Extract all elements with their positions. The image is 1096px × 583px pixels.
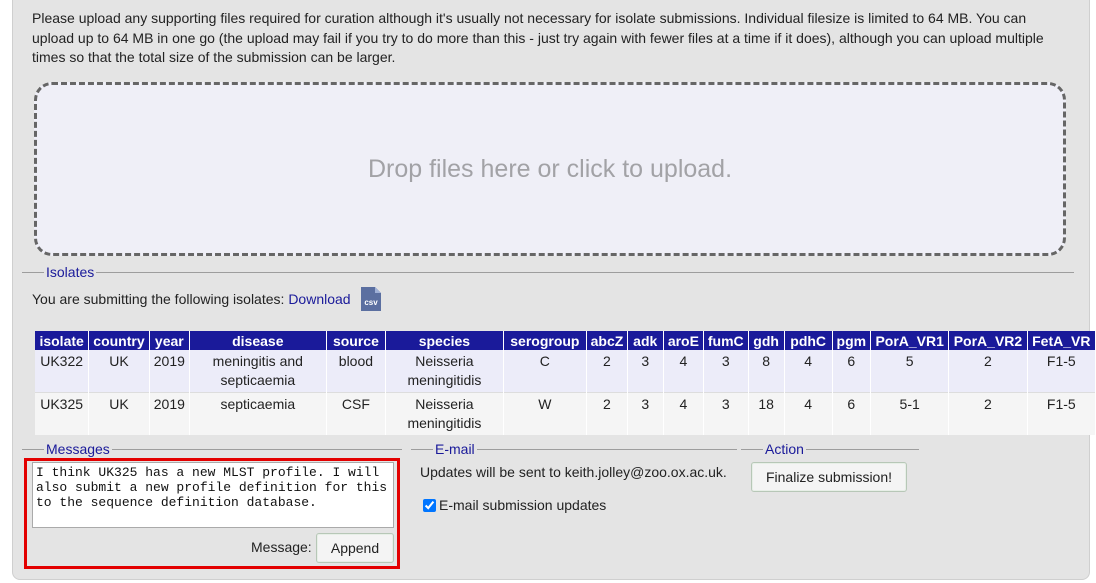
email-updates-text: Updates will be sent to keith.jolley@zoo… bbox=[420, 464, 727, 480]
isolates-header-row: isolate country year disease source species se… bbox=[35, 331, 1096, 350]
table-row: UK322 UK 2019 meningitis and septicaemia blo… bbox=[35, 350, 1096, 393]
cell-isolate: UK325 bbox=[35, 392, 90, 435]
csv-icon-label: csv bbox=[364, 298, 378, 307]
cell-pora-vr1: 5-1 bbox=[870, 392, 950, 435]
cell-pgm: 6 bbox=[832, 350, 872, 393]
cell-pora-vr2: 2 bbox=[948, 350, 1028, 393]
action-legend: Action bbox=[765, 441, 804, 457]
cell-pora-vr1: 5 bbox=[870, 350, 950, 393]
column-header-country: country bbox=[88, 331, 150, 350]
csv-file-icon[interactable]: csv bbox=[360, 286, 382, 312]
column-header-isolate: isolate bbox=[35, 331, 90, 350]
cell-pdhc: 4 bbox=[784, 392, 833, 435]
cell-year: 2019 bbox=[149, 392, 191, 435]
cell-abcz: 2 bbox=[586, 392, 628, 435]
isolates-body: UK322 UK 2019 meningitis and septicaemia blo… bbox=[35, 350, 1096, 435]
email-legend: E-mail bbox=[435, 441, 475, 457]
column-header-species: species bbox=[385, 331, 504, 350]
cell-species: Neisseria meningitidis bbox=[385, 392, 504, 435]
finalize-submission-button[interactable]: Finalize submission! bbox=[751, 462, 907, 492]
isolates-fieldset: Isolates bbox=[22, 265, 1074, 279]
dropzone-text: Drop files here or click to upload. bbox=[367, 154, 733, 183]
cell-source: blood bbox=[326, 350, 387, 393]
column-header-pora-vr2: PorA_VR2 bbox=[948, 331, 1028, 350]
column-header-disease: disease bbox=[189, 331, 327, 350]
cell-aroe: 4 bbox=[663, 392, 705, 435]
cell-feta-vr: F1-5 bbox=[1027, 392, 1096, 435]
cell-disease: meningitis and septicaemia bbox=[189, 350, 327, 393]
messages-fieldset: Messages bbox=[22, 442, 402, 456]
column-header-feta-vr: FetA_VR bbox=[1027, 331, 1096, 350]
column-header-year: year bbox=[149, 331, 191, 350]
column-header-aroe: aroE bbox=[663, 331, 705, 350]
upload-instructions: Please upload any supporting files requi… bbox=[32, 10, 1044, 65]
cell-feta-vr: F1-5 bbox=[1027, 350, 1096, 393]
cell-country: UK bbox=[88, 392, 150, 435]
email-updates-checkbox-label: E-mail submission updates bbox=[439, 497, 607, 513]
cell-serogroup: W bbox=[503, 392, 588, 435]
cell-abcz: 2 bbox=[586, 350, 628, 393]
cell-pdhc: 4 bbox=[784, 350, 833, 393]
cell-gdh: 18 bbox=[748, 392, 785, 435]
message-label: Message: bbox=[251, 539, 312, 555]
action-fieldset: Action bbox=[741, 442, 919, 456]
cell-country: UK bbox=[88, 350, 150, 393]
cell-adk: 3 bbox=[627, 350, 664, 393]
cell-pora-vr2: 2 bbox=[948, 392, 1028, 435]
column-header-adk: adk bbox=[627, 331, 664, 350]
file-dropzone[interactable]: Drop files here or click to upload. bbox=[34, 82, 1066, 256]
cell-species: Neisseria meningitidis bbox=[385, 350, 504, 393]
column-header-abcz: abcZ bbox=[586, 331, 628, 350]
column-header-gdh: gdh bbox=[748, 331, 785, 350]
cell-isolate: UK322 bbox=[35, 350, 90, 393]
column-header-serogroup: serogroup bbox=[503, 331, 588, 350]
download-link[interactable]: Download bbox=[288, 291, 350, 307]
email-fieldset: E-mail bbox=[411, 442, 737, 456]
column-header-source: source bbox=[326, 331, 387, 350]
append-button[interactable]: Append bbox=[316, 533, 394, 563]
column-header-pgm: pgm bbox=[832, 331, 872, 350]
cell-pgm: 6 bbox=[832, 392, 872, 435]
cell-disease: septicaemia bbox=[189, 392, 327, 435]
cell-fumc: 3 bbox=[703, 350, 749, 393]
cell-adk: 3 bbox=[627, 392, 664, 435]
cell-gdh: 8 bbox=[748, 350, 785, 393]
cell-aroe: 4 bbox=[663, 350, 705, 393]
isolates-legend: Isolates bbox=[46, 264, 95, 280]
cell-source: CSF bbox=[326, 392, 387, 435]
column-header-pora-vr1: PorA_VR1 bbox=[870, 331, 950, 350]
submitting-line: You are submitting the following isolate… bbox=[32, 291, 351, 307]
column-header-fumc: fumC bbox=[703, 331, 749, 350]
messages-legend: Messages bbox=[46, 441, 110, 457]
table-row: UK325 UK 2019 septicaemia CSF Neisseria menin… bbox=[35, 392, 1096, 435]
cell-serogroup: C bbox=[503, 350, 588, 393]
submitting-text: You are submitting the following isolate… bbox=[32, 291, 289, 307]
email-updates-checkbox[interactable] bbox=[423, 498, 436, 512]
message-textarea[interactable]: I think UK325 has a new MLST profile. I … bbox=[32, 462, 394, 528]
column-header-pdhc: pdhC bbox=[784, 331, 833, 350]
isolates-table: isolate country year disease source species se… bbox=[35, 331, 1096, 435]
cell-fumc: 3 bbox=[703, 392, 749, 435]
cell-year: 2019 bbox=[149, 350, 191, 393]
email-updates-option[interactable]: E-mail submission updates bbox=[423, 497, 606, 513]
